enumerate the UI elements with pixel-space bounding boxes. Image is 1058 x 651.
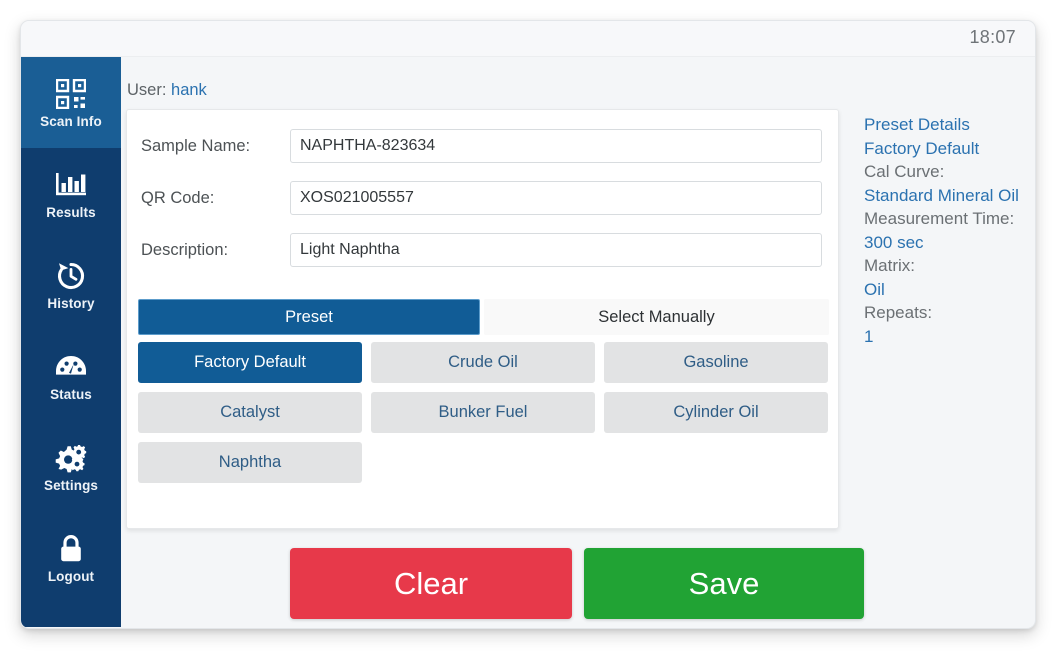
selection-mode-tabs: Preset Select Manually (138, 299, 829, 335)
sidebar-item-history[interactable]: History (21, 239, 121, 330)
tab-preset[interactable]: Preset (138, 299, 480, 335)
sidebar-item-label: Results (46, 204, 96, 220)
cal-curve-value: Standard Mineral Oil (864, 185, 1019, 205)
preset-grid: Factory Default Crude Oil Gasoline Catalyst… (138, 342, 829, 483)
matrix-label: Matrix: (864, 256, 915, 275)
sidebar-item-results[interactable]: Results (21, 148, 121, 239)
preset-button-catalyst[interactable]: Catalyst (138, 392, 362, 433)
preset-button-cylinder-oil[interactable]: Cylinder Oil (604, 392, 828, 433)
field-input-qr-code[interactable] (290, 181, 822, 215)
gears-icon (55, 441, 87, 475)
field-input-sample-name[interactable] (290, 129, 822, 163)
user-label: User: (127, 81, 167, 99)
sidebar-item-status[interactable]: Status (21, 330, 121, 421)
clear-button[interactable]: Clear (290, 548, 572, 619)
preset-details-name: Factory Default (864, 138, 980, 158)
repeats-value: 1 (864, 326, 874, 346)
field-label: Sample Name: (141, 136, 251, 155)
measurement-time-label: Measurement Time: (864, 209, 1015, 228)
field-row: QR Code: (127, 181, 838, 215)
save-button[interactable]: Save (584, 548, 864, 619)
sidebar-item-scan-info[interactable]: Scan Info (21, 57, 121, 148)
field-row: Sample Name: (127, 129, 838, 163)
top-bar: 18:07 (21, 21, 1035, 57)
user-name: hank (171, 81, 207, 99)
cal-curve-label: Cal Curve: (864, 162, 945, 181)
sidebar-item-label: History (47, 295, 95, 311)
sidebar-item-label: Scan Info (40, 113, 102, 129)
gauge-icon (55, 350, 87, 384)
qr-code-icon (56, 77, 86, 111)
field-label: QR Code: (141, 188, 215, 207)
sidebar-item-label: Status (50, 386, 92, 402)
tab-select-manually[interactable]: Select Manually (484, 299, 829, 335)
preset-details-panel: Preset Details Factory Default Cal Curve… (864, 113, 1035, 348)
preset-button-naphtha[interactable]: Naphtha (138, 442, 362, 483)
preset-button-crude-oil[interactable]: Crude Oil (371, 342, 595, 383)
field-row: Description: (127, 233, 838, 267)
repeats-label: Repeats: (864, 303, 933, 322)
sidebar-item-settings[interactable]: Settings (21, 421, 121, 512)
clock: 18:07 (969, 27, 1016, 47)
scan-info-card: Sample Name: QR Code: Description: PresetS… (126, 109, 839, 529)
field-input-description[interactable] (290, 233, 822, 267)
footer-actions: Clear Save (21, 531, 1035, 628)
matrix-value: Oil (864, 279, 885, 299)
measurement-time-value: 300 sec (864, 232, 924, 252)
device-screen: 18:07 Scan Info Results History Status Setti… (20, 20, 1036, 629)
sidebar-item-label: Settings (43, 477, 99, 493)
bar-chart-icon (55, 168, 87, 202)
preset-button-factory-default[interactable]: Factory Default (138, 342, 362, 383)
history-clock-icon (56, 259, 86, 293)
preset-button-gasoline[interactable]: Gasoline (604, 342, 828, 383)
preset-button-bunker-fuel[interactable]: Bunker Fuel (371, 392, 595, 433)
preset-details-title: Preset Details (864, 115, 970, 134)
user-line: User: hank (127, 81, 207, 100)
field-label: Description: (141, 240, 229, 259)
